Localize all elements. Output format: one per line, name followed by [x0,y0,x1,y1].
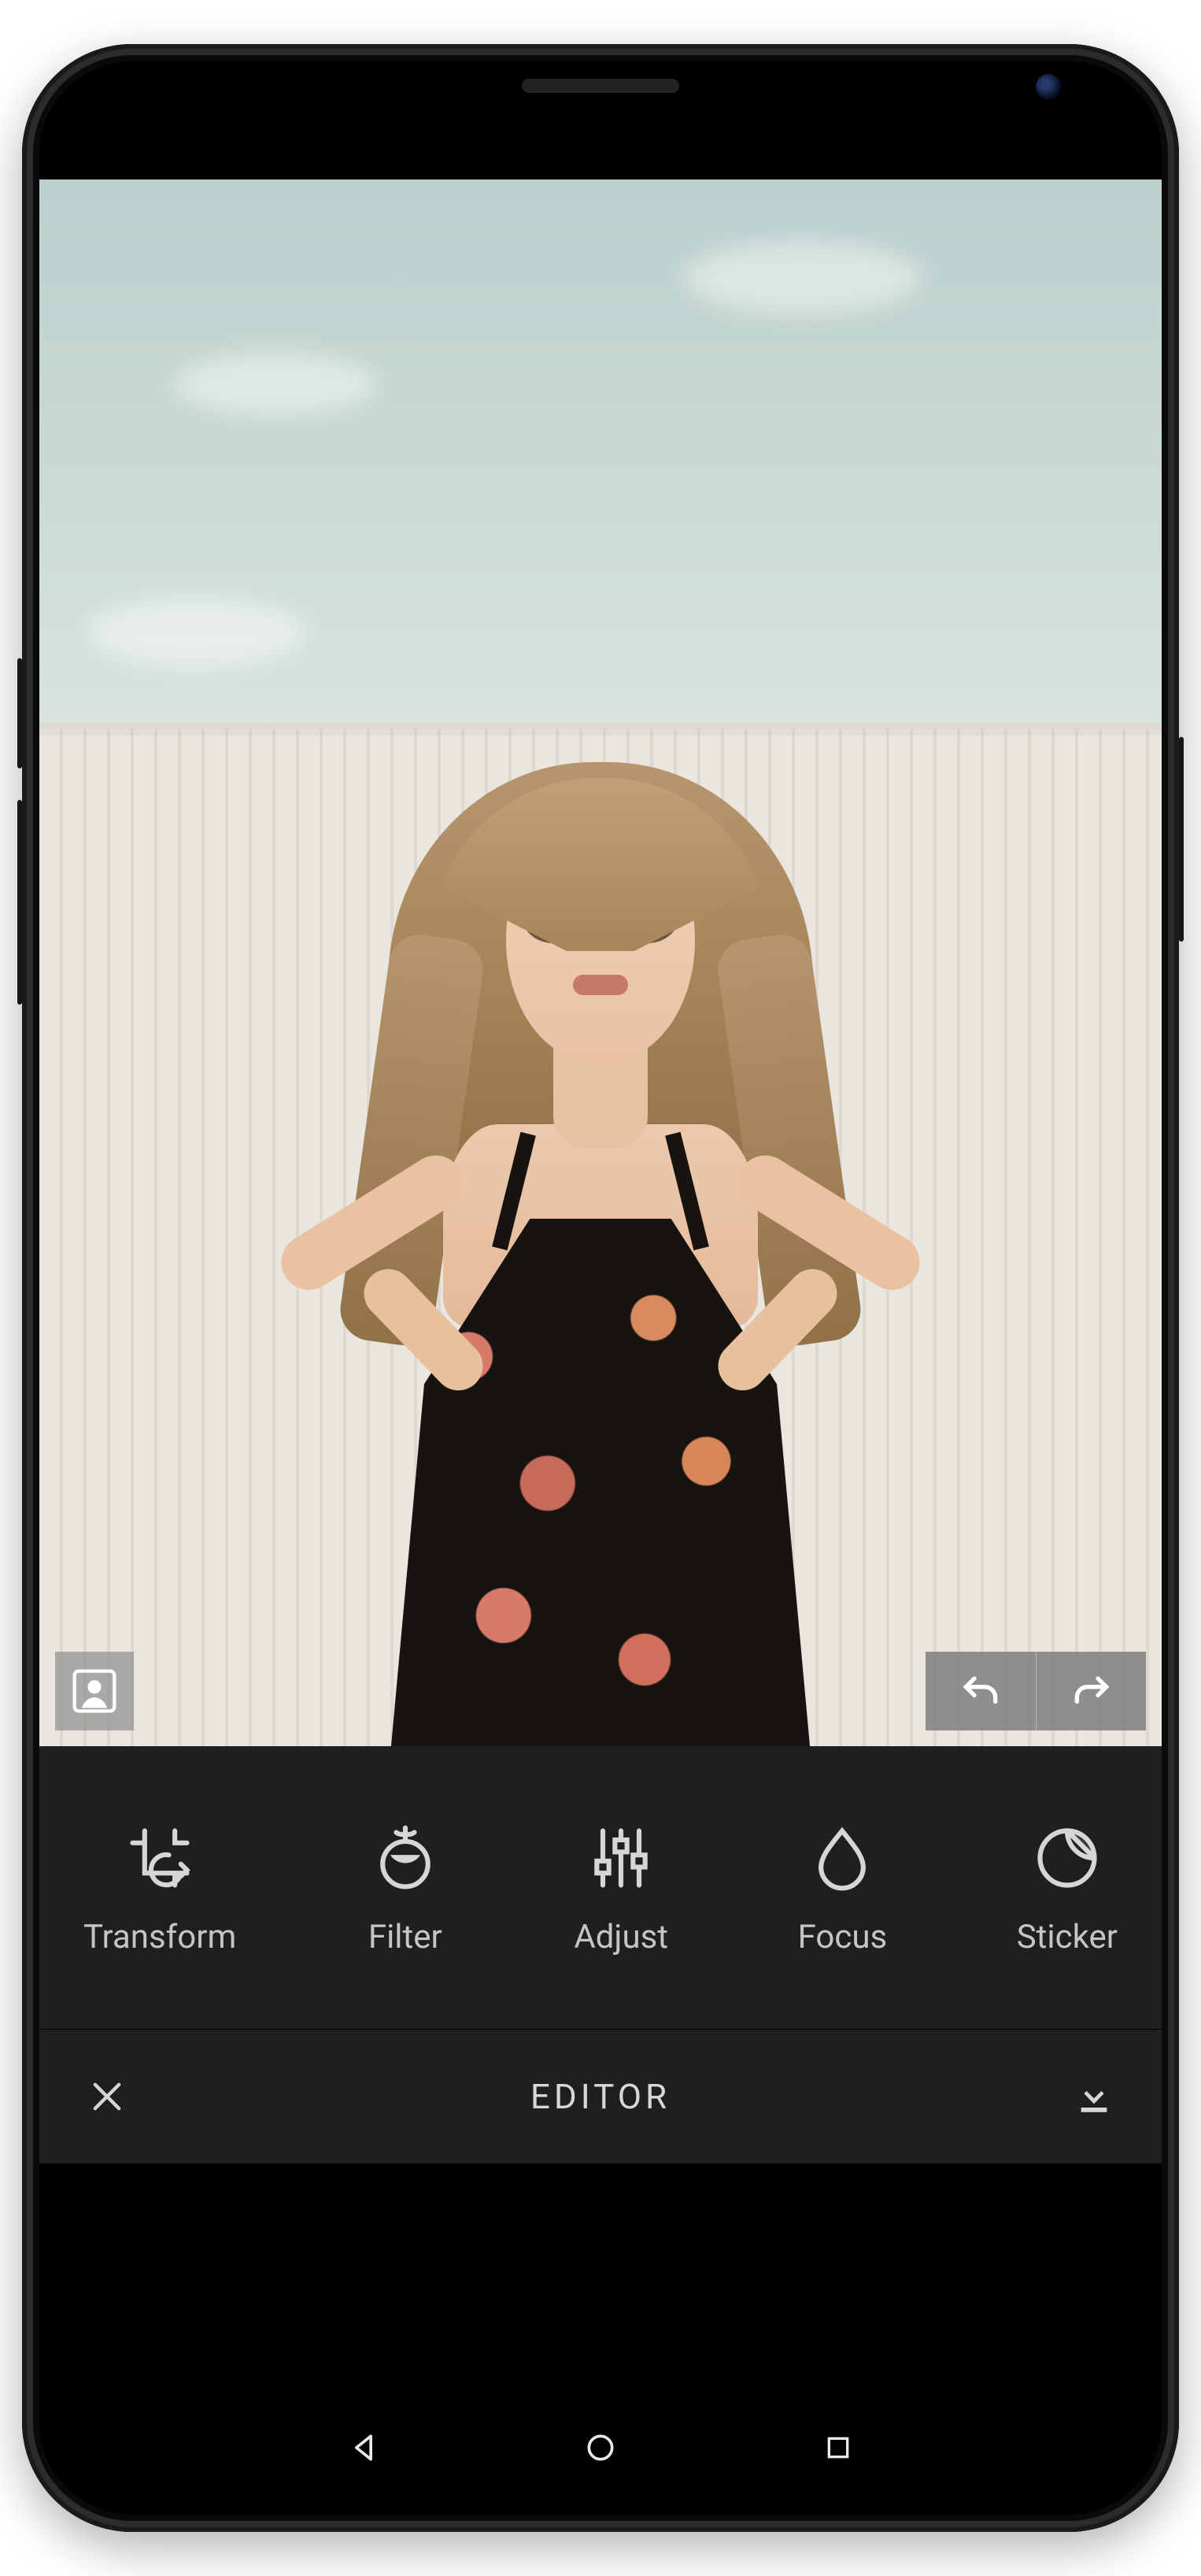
photo-decor [87,597,307,668]
editor-title: EDITOR [530,2076,671,2117]
undo-redo-group [926,1652,1146,1730]
nav-recent-button[interactable] [815,2424,862,2471]
filter-icon [366,1819,445,1897]
compare-original-button[interactable] [55,1652,134,1730]
tool-filter[interactable]: Filter [366,1819,445,1956]
profile-framed-icon [69,1666,120,1716]
focus-icon [803,1819,881,1897]
screen: Transform Filter [39,61,1162,2515]
close-button[interactable] [83,2073,131,2120]
tool-adjust[interactable]: Adjust [574,1819,668,1956]
earpiece [522,79,679,93]
circle-home-icon [583,2430,618,2465]
tool-sticker[interactable]: Sticker [1017,1819,1118,1956]
front-camera [1036,74,1061,99]
adjust-icon [582,1819,660,1897]
volume-up-button [17,658,22,768]
tool-row: Transform Filter [39,1746,1162,2030]
photo-canvas[interactable] [39,180,1162,1746]
redo-button[interactable] [1036,1652,1146,1730]
spacer [39,2163,1162,2381]
tool-label: Sticker [1017,1918,1118,1956]
close-icon [87,2076,127,2117]
editor-bar: EDITOR [39,2030,1162,2163]
tool-transform[interactable]: Transform [83,1819,236,1956]
photo-subject [301,731,900,1746]
tool-focus[interactable]: Focus [798,1819,888,1956]
photo-decor [685,242,921,313]
redo-icon [1066,1666,1117,1716]
volume-down-button [17,800,22,1005]
tool-label: Focus [798,1918,888,1956]
sticker-icon [1028,1819,1107,1897]
nav-back-button[interactable] [340,2424,387,2471]
triangle-back-icon [346,2430,381,2465]
tool-label: Adjust [574,1918,668,1956]
square-recent-icon [822,2432,854,2463]
undo-icon [955,1666,1006,1716]
transform-icon [120,1819,199,1897]
tool-label: Filter [368,1918,442,1956]
phone-frame: Transform Filter [22,44,1179,2532]
photo-decor [173,353,378,416]
undo-button[interactable] [926,1652,1036,1730]
save-button[interactable] [1070,2073,1118,2120]
nav-home-button[interactable] [577,2424,624,2471]
download-icon [1072,2074,1116,2119]
power-button [1179,737,1184,942]
tool-label: Transform [83,1918,236,1956]
android-nav-bar [39,2381,1162,2515]
